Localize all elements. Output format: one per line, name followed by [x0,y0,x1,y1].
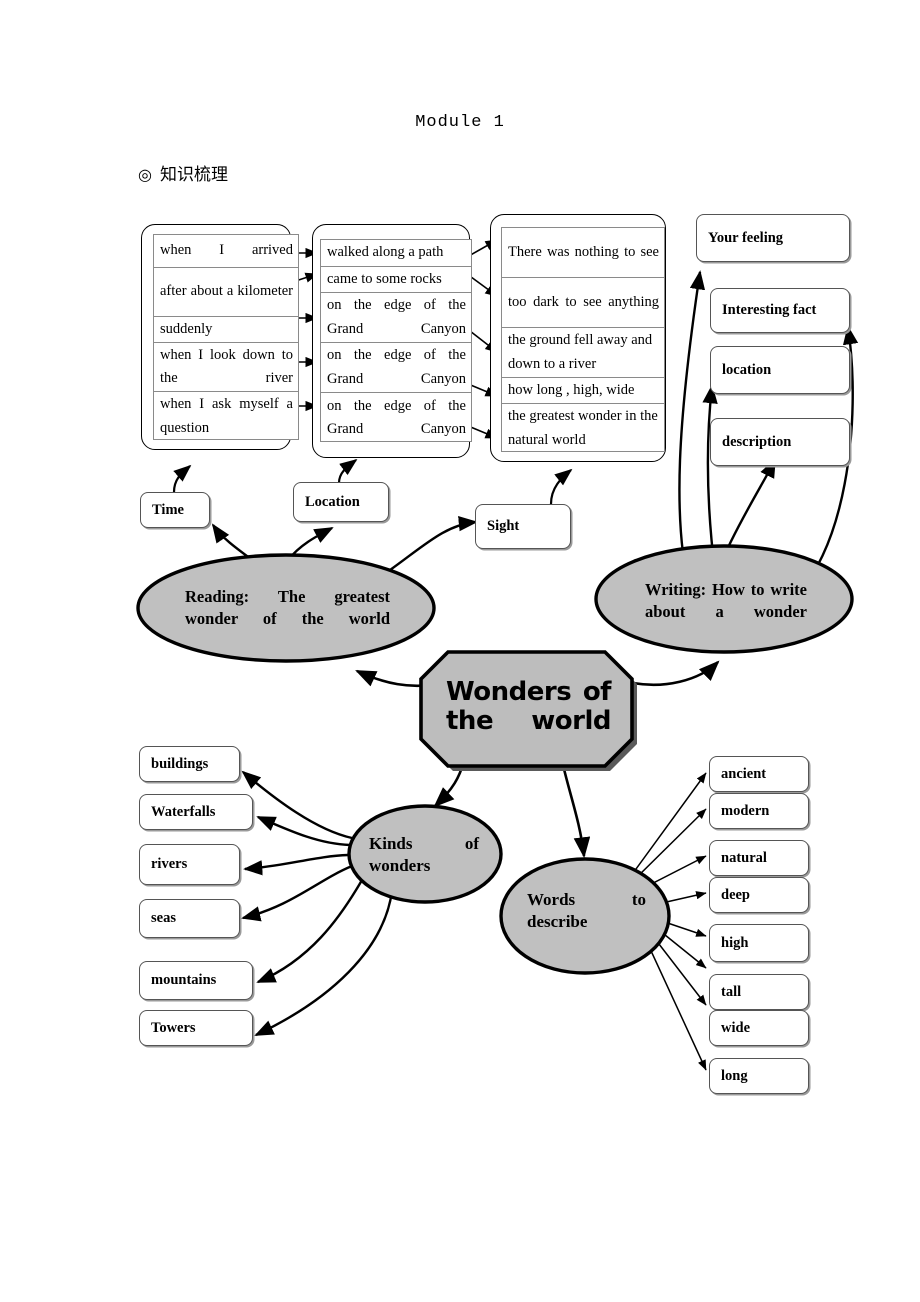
table-row: suddenly [154,317,298,343]
describe-word-label: modern [721,802,770,819]
describe-word-high[interactable]: high [709,924,809,962]
describe-word-tall[interactable]: tall [709,974,809,1010]
table-cell: suddenly [160,320,213,337]
writing-aspect-location[interactable]: location [710,346,850,394]
table-cell: on the edge of the Grand Canyon [327,347,466,387]
kinds-item-rivers[interactable]: rivers [139,844,240,885]
mindmap-page: Module 1 ◎ 知识梳理 when I arrived after abo… [0,0,920,1302]
connector-layer [172,239,859,1071]
describe-word-wide[interactable]: wide [709,1010,809,1046]
category-box-sight[interactable]: Sight [475,504,571,549]
table-cell: when I ask myself a question [160,396,293,436]
center-node-layer [419,650,637,771]
section-heading-label: 知识梳理 [159,165,228,184]
kinds-node[interactable]: Kinds of wonders [369,829,479,881]
describe-word-label: wide [721,1019,750,1036]
section-heading: ◎ 知识梳理 [138,160,228,185]
table-row: too dark to see anything [502,278,664,328]
table-cell: on the edge of the Grand Canyon [327,297,466,337]
describe-word-natural[interactable]: natural [709,840,809,876]
kinds-item-label: mountains [151,972,217,988]
writing-node[interactable]: Writing: How to write about a wonder [645,562,807,640]
table-cell: the greatest wonder in the natural world [508,408,658,448]
writing-aspect-label: Your feeling [708,229,784,246]
kinds-item-waterfalls[interactable]: Waterfalls [139,794,253,830]
table-cell: There was nothing to see [508,243,659,260]
describe-word-label: tall [721,983,742,1000]
table-cell: the ground fell away and down to a river [508,332,653,372]
category-box-location[interactable]: Location [293,482,389,522]
writing-node-label: Writing: How to write about a wonder [645,580,807,621]
table-cell: too dark to see anything [508,293,659,310]
kinds-item-label: seas [151,910,176,926]
location-column-table: walked along a path came to some rocks o… [320,239,472,442]
describe-word-long[interactable]: long [709,1058,809,1094]
writing-aspect-label: description [722,433,792,450]
table-cell: came to some rocks [327,270,442,287]
table-row: walked along a path [321,240,471,267]
sight-column-table: There was nothing to see too dark to see… [501,227,665,452]
describe-word-label: high [721,934,749,951]
describe-word-ancient[interactable]: ancient [709,756,809,792]
table-cell: when I look down to the river [160,346,293,387]
describe-word-label: ancient [721,765,767,782]
table-row: after about a kilometer [154,268,298,317]
table-row: on the edge of the Grand Canyon [321,293,471,343]
category-box-sight-label: Sight [487,518,520,534]
describe-word-label: natural [721,849,767,866]
words-node[interactable]: Words to describe [527,884,646,938]
kinds-item-label: buildings [151,755,209,772]
table-row: the greatest wonder in the natural world [502,404,664,453]
center-node[interactable]: Wonders of the world [421,652,632,766]
kinds-node-label: Kinds of wonders [369,833,479,875]
category-box-location-label: Location [305,493,360,510]
center-node-label: Wonders of the world [446,677,612,737]
describe-word-label: long [721,1067,748,1084]
table-row: when I look down to the river [154,343,298,392]
writing-aspect-your-feeling[interactable]: Your feeling [696,214,850,262]
table-cell: how long , high, wide [508,381,635,398]
kinds-item-towers[interactable]: Towers [139,1010,253,1046]
table-row: the ground fell away and down to a river [502,328,664,378]
kinds-item-buildings[interactable]: buildings [139,746,240,782]
writing-aspect-label: location [722,361,772,378]
category-box-time-label: Time [152,501,184,518]
table-row: when I ask myself a question [154,392,298,441]
page-title: Module 1 [415,113,505,132]
kinds-item-label: Towers [151,1019,196,1036]
table-cell: walked along a path [327,244,444,261]
table-cell: on the edge of the Grand Canyon [327,397,466,438]
kinds-item-label: rivers [151,856,188,872]
kinds-item-mountains[interactable]: mountains [139,961,253,1000]
reading-node[interactable]: Reading: The greatest wonder of the worl… [185,568,390,648]
writing-aspect-label: Interesting fact [722,302,817,318]
category-box-time[interactable]: Time [140,492,210,528]
writing-aspect-interesting-fact[interactable]: Interesting fact [710,288,850,333]
time-column-table: when I arrived after about a kilometer s… [153,234,299,440]
kinds-item-seas[interactable]: seas [139,899,240,938]
ellipse-layer [136,544,854,975]
table-row: when I arrived [154,235,298,268]
describe-word-deep[interactable]: deep [709,877,809,913]
table-row: There was nothing to see [502,228,664,278]
table-cell: after about a kilometer [160,283,293,300]
reading-node-label: Reading: The greatest wonder of the worl… [185,587,390,628]
describe-word-modern[interactable]: modern [709,793,809,829]
diamond-bullet-icon: ◎ [138,167,152,184]
table-row: on the edge of the Grand Canyon [321,343,471,393]
table-row: came to some rocks [321,267,471,293]
table-cell: when I arrived [160,242,293,259]
words-node-label: Words to describe [527,889,646,931]
table-row: how long , high, wide [502,378,664,404]
table-row: on the edge of the Grand Canyon [321,393,471,443]
kinds-item-label: Waterfalls [151,803,216,820]
describe-word-label: deep [721,886,750,903]
writing-aspect-description[interactable]: description [710,418,850,466]
